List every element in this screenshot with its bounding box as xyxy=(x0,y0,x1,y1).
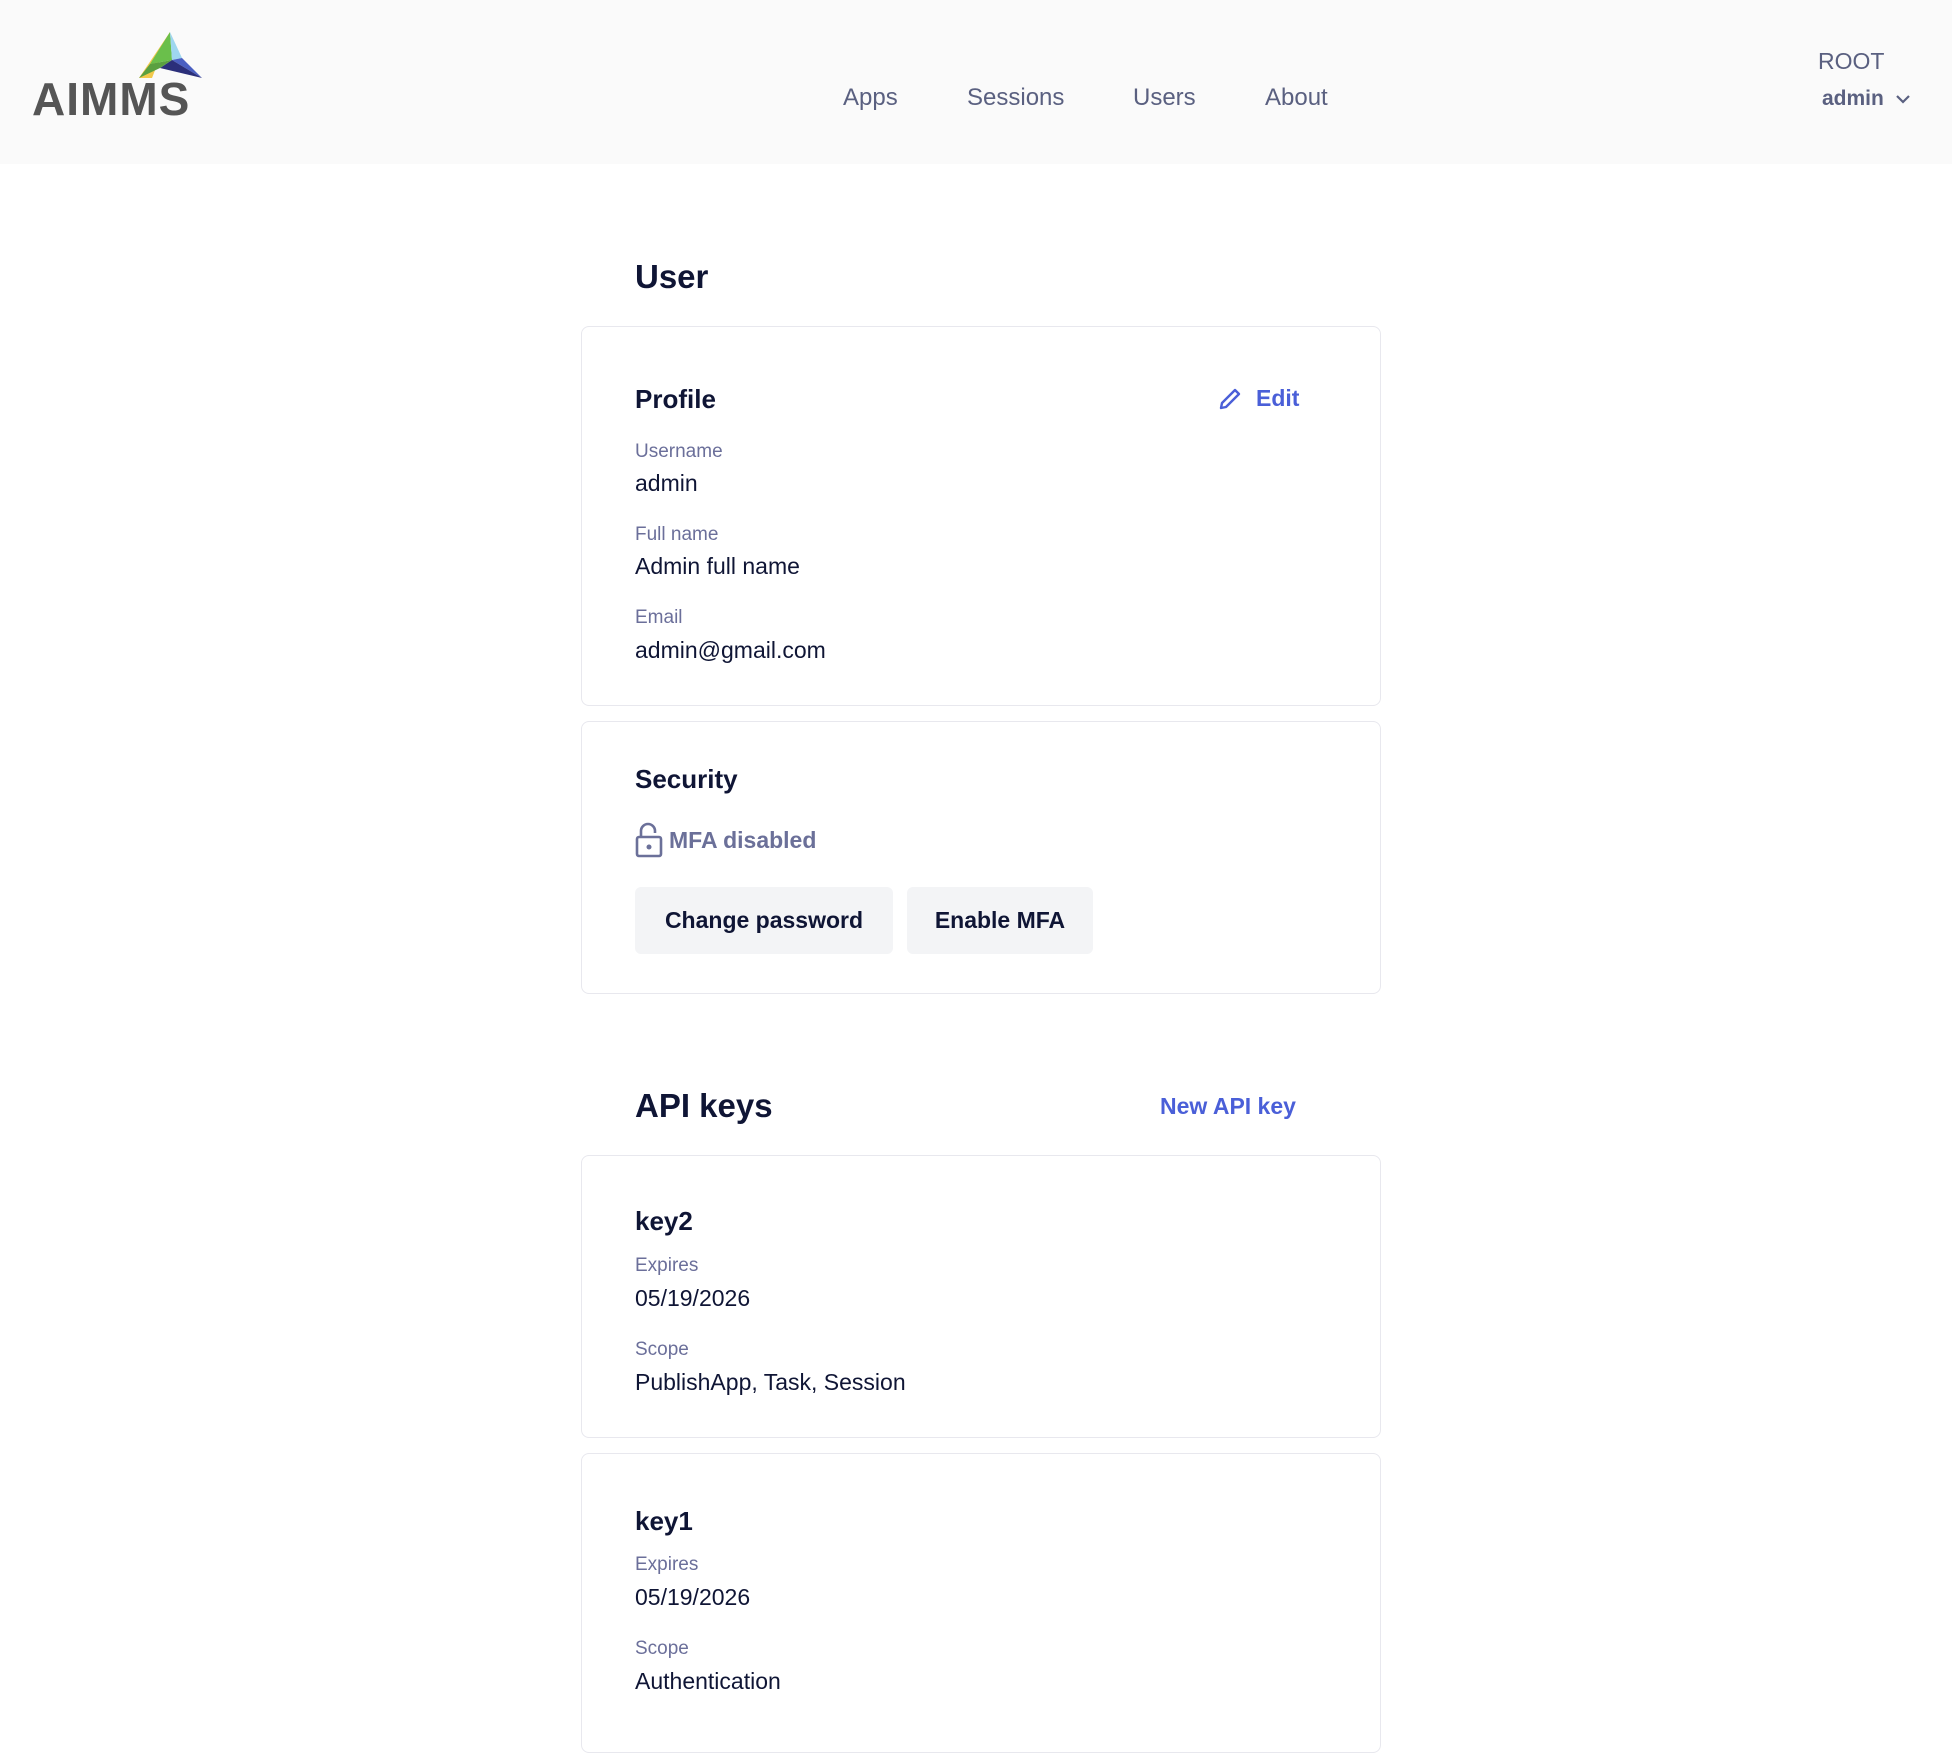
nav-about[interactable]: About xyxy=(1265,84,1328,112)
mfa-status: MFA disabled xyxy=(635,822,816,858)
api-key-name: key2 xyxy=(635,1206,693,1236)
expires-value: 05/19/2026 xyxy=(635,1285,751,1311)
profile-card: Profile Edit Username admin Full name Ad… xyxy=(581,326,1381,706)
change-password-button[interactable]: Change password xyxy=(635,887,893,954)
chevron-down-icon xyxy=(1896,94,1910,104)
aimms-logo[interactable]: AIMMS xyxy=(32,30,207,125)
nav-apps[interactable]: Apps xyxy=(843,84,898,112)
page-title: User xyxy=(635,258,709,295)
nav-users[interactable]: Users xyxy=(1133,84,1196,112)
tenant-label: ROOT xyxy=(1818,48,1885,74)
top-header: AIMMS Apps Sessions Users About ROOT adm… xyxy=(0,0,1952,164)
username-value: admin xyxy=(635,470,698,496)
email-value: admin@gmail.com xyxy=(635,637,826,663)
api-key-card: key2 Expires 05/19/2026 Scope PublishApp… xyxy=(581,1155,1381,1438)
user-menu[interactable]: admin xyxy=(1822,87,1910,111)
edit-profile-button[interactable]: Edit xyxy=(1218,385,1299,412)
profile-heading: Profile xyxy=(635,384,716,414)
email-label: Email xyxy=(635,607,683,628)
fullname-value: Admin full name xyxy=(635,553,800,579)
security-card: Security MFA disabled Change password En… xyxy=(581,721,1381,994)
user-name: admin xyxy=(1822,87,1884,110)
scope-value: PublishApp, Task, Session xyxy=(635,1369,906,1395)
expires-label: Expires xyxy=(635,1255,699,1276)
enable-mfa-button[interactable]: Enable MFA xyxy=(907,887,1093,954)
scope-value: Authentication xyxy=(635,1668,781,1694)
pencil-icon xyxy=(1219,388,1241,409)
expires-value: 05/19/2026 xyxy=(635,1584,751,1610)
unlocked-lock-icon xyxy=(635,822,663,858)
api-key-card: key1 Expires 05/19/2026 Scope Authentica… xyxy=(581,1453,1381,1753)
scope-label: Scope xyxy=(635,1339,689,1360)
username-label: Username xyxy=(635,441,723,462)
security-heading: Security xyxy=(635,764,738,794)
api-keys-heading: API keys xyxy=(635,1087,773,1124)
scope-label: Scope xyxy=(635,1638,689,1659)
nav-sessions[interactable]: Sessions xyxy=(967,84,1064,112)
fullname-label: Full name xyxy=(635,524,719,545)
expires-label: Expires xyxy=(635,1554,699,1575)
api-key-name: key1 xyxy=(635,1506,693,1536)
new-api-key-button[interactable]: New API key xyxy=(1160,1093,1296,1120)
